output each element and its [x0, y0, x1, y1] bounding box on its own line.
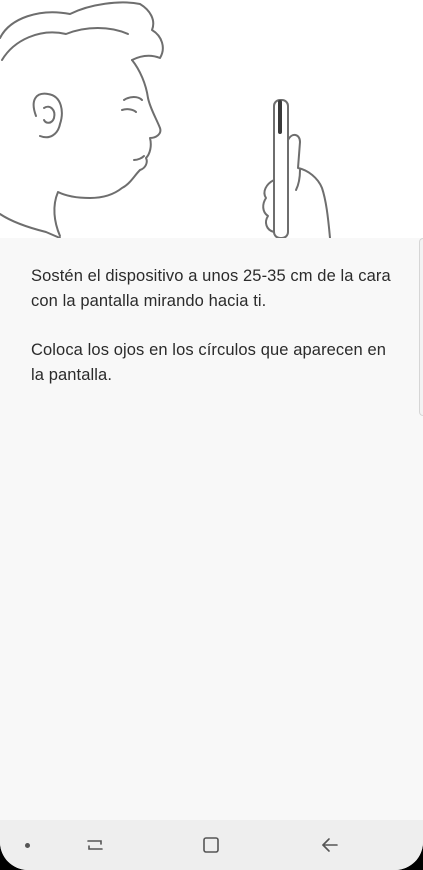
navigation-bar: [0, 820, 423, 870]
instruction-distance: Sostén el dispositivo a unos 25-35 cm de…: [31, 267, 391, 310]
recent-apps-icon[interactable]: [78, 820, 112, 870]
person-holding-phone-illustration: [0, 1, 331, 238]
edge-panel-handle[interactable]: [419, 238, 423, 416]
face-illustration: [0, 0, 423, 238]
instructions: Sostén el dispositivo a unos 25-35 cm de…: [31, 264, 391, 412]
back-icon[interactable]: [313, 820, 347, 870]
instruction-eyes: Coloca los ojos en los círculos que apar…: [31, 341, 387, 384]
dot-indicator-icon: [14, 820, 40, 870]
screen: Sostén el dispositivo a unos 25-35 cm de…: [0, 0, 423, 870]
home-icon[interactable]: [194, 820, 228, 870]
